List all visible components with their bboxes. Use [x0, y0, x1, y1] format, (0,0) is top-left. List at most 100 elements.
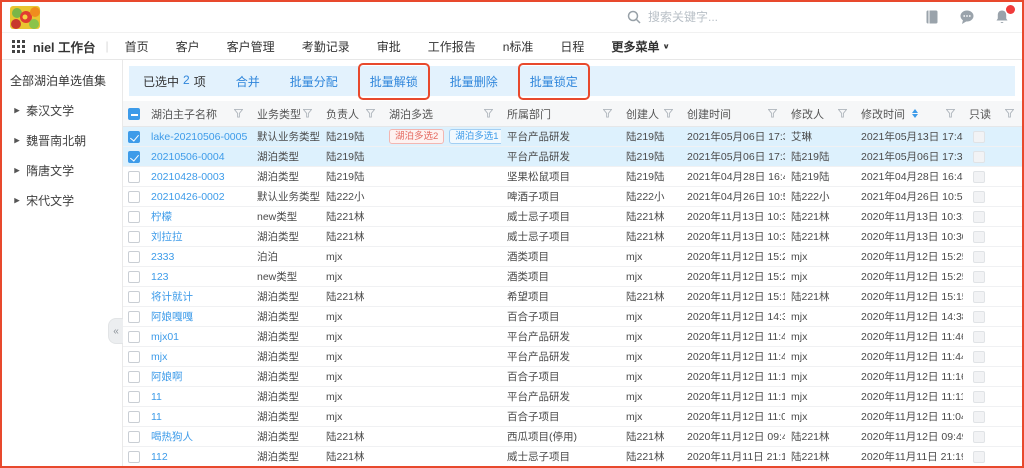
table-row[interactable]: 11湖泊类型mjx百合子项目mjx2020年11月12日 11:04mjx202… [123, 407, 1022, 427]
row-name-link[interactable]: 将计就计 [151, 291, 193, 303]
readonly-checkbox[interactable] [973, 291, 985, 303]
readonly-checkbox[interactable] [973, 451, 985, 463]
row-name-link[interactable]: 11 [151, 411, 162, 423]
table-row[interactable]: 20210426-0002默认业务类型陆222小啤酒子项目陆222小2021年0… [123, 187, 1022, 207]
row-checkbox[interactable] [128, 311, 140, 323]
bulk-action-4[interactable]: 批量删除 [450, 73, 498, 90]
column-header-label[interactable]: 修改时间 [861, 106, 918, 122]
table-row[interactable]: 2333泊泊mjx酒类项目mjx2020年11月12日 15:25mjx2020… [123, 247, 1022, 267]
table-row[interactable]: 将计就计湖泊类型陆221林希望项目陆221林2020年11月12日 15:15陆… [123, 287, 1022, 307]
search-input[interactable] [648, 10, 798, 24]
row-checkbox[interactable] [128, 271, 140, 283]
nav-item[interactable]: 首页 [125, 38, 149, 55]
notebook-icon[interactable] [924, 9, 940, 25]
filter-icon[interactable] [303, 109, 312, 118]
bell-icon[interactable] [994, 9, 1010, 25]
readonly-checkbox[interactable] [973, 391, 985, 403]
expand-arrow-icon[interactable]: ▶ [14, 196, 20, 204]
readonly-checkbox[interactable] [973, 131, 985, 143]
expand-arrow-icon[interactable]: ▶ [14, 136, 20, 144]
column-header-label[interactable]: 创建时间 [687, 106, 731, 122]
sort-icon[interactable] [912, 109, 918, 118]
row-checkbox[interactable] [128, 231, 140, 243]
row-name-link[interactable]: 柠檬 [151, 211, 172, 223]
table-row[interactable]: 112湖泊类型陆221林威士忌子项目陆221林2020年11月11日 21:19… [123, 447, 1022, 466]
readonly-checkbox[interactable] [973, 311, 985, 323]
tree-root-title[interactable]: 全部湖泊单选值集 [10, 72, 116, 89]
more-menu-button[interactable]: 更多菜单 ∨ [611, 38, 669, 55]
row-name-link[interactable]: lake-20210506-0005 [151, 131, 247, 143]
row-checkbox[interactable] [128, 371, 140, 383]
row-name-link[interactable]: 阿娘啊 [151, 371, 183, 383]
table-row[interactable]: 阿娘啊湖泊类型mjx百合子项目mjx2020年11月12日 11:16mjx20… [123, 367, 1022, 387]
column-header-label[interactable]: 修改人 [791, 106, 824, 122]
table-row[interactable]: 刘拉拉湖泊类型陆221林威士忌子项目陆221林2020年11月13日 10:30… [123, 227, 1022, 247]
row-name-link[interactable]: 2333 [151, 251, 174, 263]
app-logo[interactable] [10, 6, 40, 29]
filter-icon[interactable] [234, 109, 243, 118]
readonly-checkbox[interactable] [973, 191, 985, 203]
row-name-link[interactable]: 20210506-0004 [151, 151, 225, 163]
nav-item[interactable]: n标准 [503, 38, 534, 55]
row-name-link[interactable]: 112 [151, 451, 168, 463]
table-row[interactable]: 喝热狗人湖泊类型陆221林西瓜项目(停用)陆221林2020年11月12日 09… [123, 427, 1022, 447]
column-header-label[interactable]: 创建人 [626, 106, 659, 122]
row-checkbox[interactable] [128, 151, 140, 163]
table-row[interactable]: lake-20210506-0005默认业务类型陆219陆湖泊多选2湖泊多选1平… [123, 127, 1022, 147]
row-name-link[interactable]: mjx [151, 351, 167, 363]
table-row[interactable]: 123new类型mjx酒类项目mjx2020年11月12日 15:25mjx20… [123, 267, 1022, 287]
column-header-label[interactable]: 湖泊主子名称 [151, 106, 217, 122]
bulk-action-2[interactable]: 批量分配 [290, 73, 338, 90]
readonly-checkbox[interactable] [973, 271, 985, 283]
row-checkbox[interactable] [128, 171, 140, 183]
column-header-label[interactable]: 业务类型 [257, 106, 301, 122]
table-row[interactable]: mjx01湖泊类型mjx平台产品研发mjx2020年11月12日 11:46mj… [123, 327, 1022, 347]
bulk-action-3[interactable]: 批量解锁 [370, 75, 418, 89]
table-row[interactable]: mjx湖泊类型mjx平台产品研发mjx2020年11月12日 11:44mjx2… [123, 347, 1022, 367]
readonly-checkbox[interactable] [973, 251, 985, 263]
multi-select-tag[interactable]: 湖泊多选2 [389, 129, 444, 144]
bulk-action-5[interactable]: 批量锁定 [530, 75, 578, 89]
column-header-label[interactable]: 所属部门 [507, 106, 551, 122]
column-header-label[interactable]: 负责人 [326, 106, 359, 122]
tree-item[interactable]: ▶魏晋南北朝 [14, 132, 116, 149]
readonly-checkbox[interactable] [973, 151, 985, 163]
table-row[interactable]: 11湖泊类型mjx平台产品研发mjx2020年11月12日 11:11mjx20… [123, 387, 1022, 407]
nav-item[interactable]: 考勤记录 [302, 38, 350, 55]
row-checkbox[interactable] [128, 391, 140, 403]
table-row[interactable]: 阿娘嘎嘎湖泊类型mjx百合子项目mjx2020年11月12日 14:38mjx2… [123, 307, 1022, 327]
select-all-checkbox[interactable] [128, 108, 140, 120]
filter-icon[interactable] [484, 109, 493, 118]
column-header-label[interactable]: 湖泊多选 [389, 106, 433, 122]
row-checkbox[interactable] [128, 191, 140, 203]
row-checkbox[interactable] [128, 451, 140, 463]
expand-arrow-icon[interactable]: ▶ [14, 166, 20, 174]
readonly-checkbox[interactable] [973, 231, 985, 243]
nav-item[interactable]: 工作报告 [428, 38, 476, 55]
multi-select-tag[interactable]: 湖泊多选1 [449, 129, 501, 144]
table-row[interactable]: 20210428-0003湖泊类型陆219陆坚果松鼠项目陆219陆2021年04… [123, 167, 1022, 187]
nav-item[interactable]: 客户 [176, 38, 200, 55]
apps-grid-icon[interactable] [12, 40, 25, 53]
row-checkbox[interactable] [128, 131, 140, 143]
row-name-link[interactable]: mjx01 [151, 331, 179, 343]
row-name-link[interactable]: 阿娘嘎嘎 [151, 311, 193, 323]
row-name-link[interactable]: 123 [151, 271, 169, 283]
readonly-checkbox[interactable] [973, 411, 985, 423]
row-name-link[interactable]: 喝热狗人 [151, 431, 193, 443]
nav-item[interactable]: 客户管理 [227, 38, 275, 55]
sidebar-collapse-handle[interactable]: « [108, 318, 123, 344]
filter-icon[interactable] [664, 109, 673, 118]
column-header-label[interactable]: 只读 [969, 106, 991, 122]
nav-item[interactable]: 日程 [560, 38, 584, 55]
readonly-checkbox[interactable] [973, 371, 985, 383]
filter-icon[interactable] [366, 109, 375, 118]
row-name-link[interactable]: 刘拉拉 [151, 231, 183, 243]
filter-icon[interactable] [946, 109, 955, 118]
row-checkbox[interactable] [128, 351, 140, 363]
readonly-checkbox[interactable] [973, 331, 985, 343]
readonly-checkbox[interactable] [973, 171, 985, 183]
row-checkbox[interactable] [128, 411, 140, 423]
filter-icon[interactable] [838, 109, 847, 118]
tree-item[interactable]: ▶秦汉文学 [14, 102, 116, 119]
